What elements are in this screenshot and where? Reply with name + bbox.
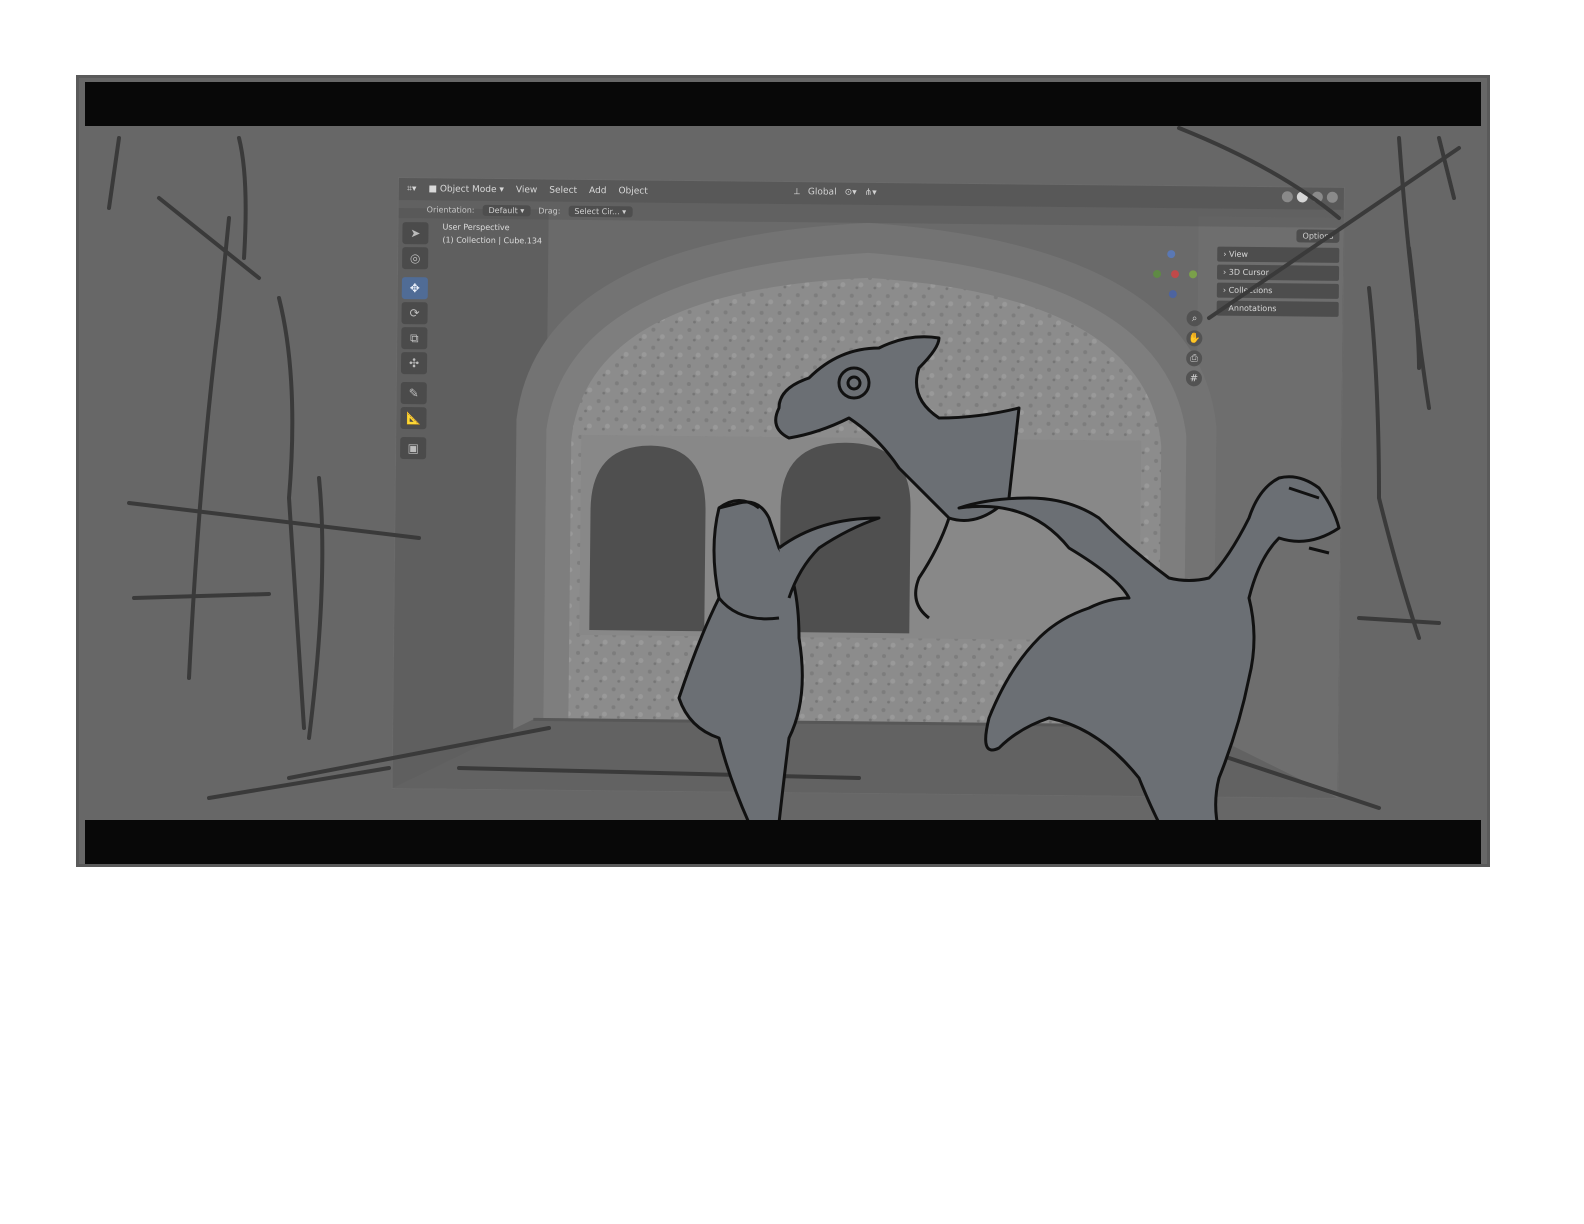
navigation-controls: ⌕ ✋ ⎙ #: [1185, 310, 1203, 387]
letterbox-top: [85, 82, 1481, 126]
npanel-3d-cursor[interactable]: › 3D Cursor: [1216, 264, 1340, 281]
sidebar-n-panel: › View › 3D Cursor › Collections › Annot…: [1216, 246, 1340, 317]
cave-scene: [392, 178, 1344, 798]
drag-label: Drag:: [538, 205, 561, 216]
viewport-info: User Perspective (1) Collection | Cube.1…: [442, 220, 542, 247]
npanel-annotations[interactable]: › Annotations: [1216, 300, 1339, 317]
menu-add[interactable]: Add: [589, 186, 607, 196]
letterbox-bottom: [85, 820, 1481, 864]
transform-icon[interactable]: ✣: [400, 352, 428, 375]
npanel-view[interactable]: › View: [1217, 246, 1340, 263]
rendered-shading-icon[interactable]: [1326, 191, 1338, 203]
snap-icon[interactable]: ⋔▾: [865, 188, 877, 198]
select-cursor-icon[interactable]: ➤: [402, 222, 429, 245]
menu-view[interactable]: View: [516, 185, 537, 195]
mode-label: Object Mode: [439, 184, 497, 196]
collection-object: (1) Collection | Cube.134: [442, 235, 543, 246]
tool-shelf: ➤ ◎ ✥ ⟳ ⧉ ✣ ✎ 📐 ▣: [400, 222, 430, 460]
hand-icon[interactable]: ✋: [1186, 330, 1203, 347]
camera-icon[interactable]: ⎙: [1186, 350, 1203, 367]
view-name: User Perspective: [442, 222, 510, 233]
blender-viewport-screenshot: ⌗▾ ■ Object Mode ▾ View Select Add Objec…: [392, 178, 1344, 798]
options-button[interactable]: Options: [1296, 229, 1340, 243]
editor-type-icon[interactable]: ⌗▾: [407, 184, 417, 194]
orientation-axes-icon: ⟂: [793, 187, 800, 198]
pivot-icon[interactable]: ⊙▾: [845, 188, 857, 198]
zoom-icon[interactable]: ⌕: [1186, 310, 1203, 327]
drag-dropdown[interactable]: Select Cir... ▾: [568, 205, 633, 217]
transform-orientation[interactable]: ⟂ Global ⊙▾ ⋔▾: [794, 187, 877, 198]
grid-icon[interactable]: #: [1185, 370, 1203, 387]
menu-select[interactable]: Select: [549, 186, 577, 196]
orientation-label: Orientation:: [426, 204, 475, 215]
rotate-icon[interactable]: ⟳: [401, 302, 428, 325]
transform-orientation-label: Global: [807, 187, 837, 198]
add-cube-icon[interactable]: ▣: [400, 437, 427, 460]
menu-object[interactable]: Object: [618, 186, 647, 196]
scale-icon[interactable]: ⧉: [401, 327, 428, 350]
mode-dropdown[interactable]: ■ Object Mode ▾: [428, 184, 504, 195]
storyboard-frame: ⌗▾ ■ Object Mode ▾ View Select Add Objec…: [76, 75, 1490, 867]
move-icon[interactable]: ✥: [401, 277, 428, 300]
annotate-icon[interactable]: ✎: [400, 382, 427, 405]
npanel-collections[interactable]: › Collections: [1216, 282, 1339, 299]
solid-shading-icon[interactable]: [1296, 191, 1308, 203]
measure-icon[interactable]: 📐: [400, 407, 427, 430]
cursor-icon[interactable]: ◎: [402, 247, 429, 270]
material-shading-icon[interactable]: [1311, 191, 1323, 203]
orientation-dropdown[interactable]: Default ▾: [482, 204, 531, 216]
shading-buttons: [1281, 191, 1338, 203]
navigation-gizmo[interactable]: [1151, 248, 1202, 309]
wireframe-shading-icon[interactable]: [1281, 191, 1293, 203]
